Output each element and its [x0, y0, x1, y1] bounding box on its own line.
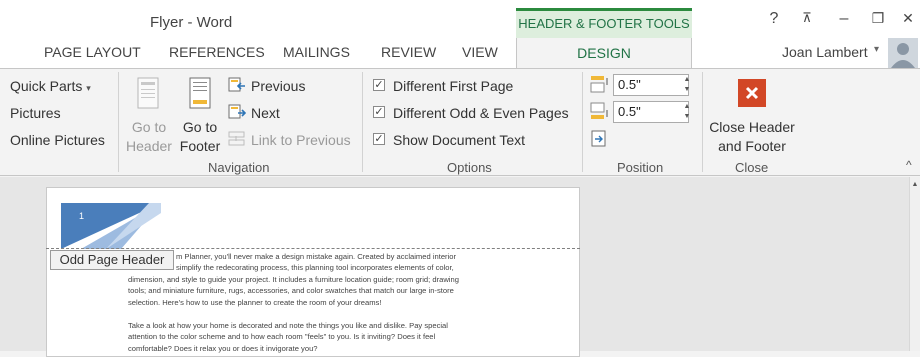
- different-odd-even-label[interactable]: Different Odd & Even Pages: [393, 105, 569, 121]
- go-to-footer-label-1: Go to: [182, 119, 218, 135]
- document-title: Flyer - Word: [150, 14, 233, 31]
- contextual-tab-header-footer-tools: HEADER & FOOTER TOOLS: [516, 8, 692, 38]
- online-pictures-button[interactable]: Online Pictures: [10, 132, 105, 148]
- body-line: Take a look at how your home is decorate…: [128, 321, 448, 330]
- restore-button[interactable]: ❐: [866, 10, 890, 27]
- tab-page-layout[interactable]: PAGE LAYOUT: [44, 44, 141, 60]
- go-to-header-icon: [134, 76, 162, 110]
- checkbox-box: ✓: [373, 133, 385, 145]
- header-from-top-input[interactable]: 0.5": [613, 74, 689, 96]
- ribbon-display-icon: ⊼: [802, 10, 812, 25]
- body-line: dimension, and style to guide your proje…: [128, 275, 459, 284]
- scroll-up-icon[interactable]: ▲: [910, 181, 920, 188]
- tab-view[interactable]: VIEW: [462, 44, 498, 60]
- group-separator: [702, 72, 703, 172]
- different-first-page-label[interactable]: Different First Page: [393, 78, 513, 94]
- pictures-button[interactable]: Pictures: [10, 105, 61, 121]
- group-separator: [582, 72, 583, 172]
- ribbon-display-options-button[interactable]: ⊼: [795, 10, 819, 26]
- link-to-previous-button[interactable]: Link to Previous: [251, 132, 351, 148]
- odd-page-header-tag: Odd Page Header: [50, 250, 174, 270]
- account-dropdown-icon[interactable]: ▾: [874, 44, 879, 55]
- footer-from-bottom-input[interactable]: 0.5": [613, 101, 689, 123]
- different-first-page-checkbox[interactable]: ✓: [373, 79, 385, 91]
- close-window-button[interactable]: ✕: [896, 10, 920, 27]
- header-boundary-line: [46, 248, 580, 249]
- close-header-footer-button[interactable]: Close Header and Footer: [706, 118, 798, 156]
- user-silhouette-icon: [891, 43, 915, 68]
- quick-parts-label: Quick Parts: [10, 78, 83, 94]
- footer-spinner-arrows[interactable]: ▲ ▼: [680, 102, 694, 122]
- header-graphic: [61, 203, 161, 249]
- group-separator: [118, 72, 119, 172]
- next-button[interactable]: Next: [251, 105, 280, 121]
- avatar[interactable]: [888, 38, 918, 68]
- go-to-footer-icon: [186, 76, 214, 110]
- close-group-label: Close: [735, 160, 769, 175]
- insert-alignment-tab-icon[interactable]: [591, 130, 607, 148]
- position-group-label: Position: [617, 160, 664, 175]
- body-line: m Planner, you'll never make a design mi…: [176, 252, 457, 261]
- link-to-previous-icon: [228, 131, 246, 147]
- check-icon: ✓: [374, 79, 384, 91]
- previous-button[interactable]: Previous: [251, 78, 305, 94]
- header-spinner-arrows[interactable]: ▲ ▼: [680, 75, 694, 95]
- header-position-icon: [590, 75, 610, 93]
- page-number: 1: [79, 211, 85, 221]
- footer-position-icon: [590, 102, 610, 120]
- go-to-header-label-1: Go to: [131, 119, 167, 135]
- show-document-text-checkbox[interactable]: ✓: [373, 133, 385, 145]
- go-to-header-button[interactable]: Go to Header: [126, 118, 172, 156]
- footer-from-bottom-value: 0.5": [618, 104, 641, 119]
- tab-review[interactable]: REVIEW: [381, 44, 436, 60]
- body-line: tools; and miniature furniture, rugs, ac…: [128, 286, 454, 295]
- options-group-label: Options: [447, 160, 492, 175]
- tab-references[interactable]: REFERENCES: [169, 44, 265, 60]
- body-line: simplify the redecorating process, this …: [176, 263, 454, 272]
- check-icon: ✓: [374, 133, 384, 145]
- header-from-top-value: 0.5": [618, 77, 641, 92]
- go-to-footer-button[interactable]: Go to Footer: [178, 118, 222, 156]
- body-line: attention to the color scheme and to how…: [128, 332, 436, 341]
- close-header-footer-label-2: and Footer: [718, 138, 786, 154]
- different-odd-even-checkbox[interactable]: ✓: [373, 106, 385, 118]
- body-line: selection. Here's how to use the planner…: [128, 298, 382, 307]
- checkbox-box: ✓: [373, 79, 385, 91]
- tab-mailings[interactable]: MAILINGS: [283, 44, 350, 60]
- show-document-text-label[interactable]: Show Document Text: [393, 132, 525, 148]
- user-account-name[interactable]: Joan Lambert: [782, 44, 868, 60]
- help-button[interactable]: ?: [762, 10, 786, 28]
- go-to-header-label-2: Header: [126, 138, 172, 154]
- previous-section-icon: [228, 77, 246, 93]
- go-to-footer-label-2: Footer: [179, 138, 221, 154]
- next-section-icon: [228, 104, 247, 120]
- check-icon: ✓: [374, 106, 384, 118]
- group-separator: [362, 72, 363, 172]
- chevron-down-icon: ▾: [86, 83, 91, 93]
- vertical-scrollbar[interactable]: ▲: [909, 177, 920, 351]
- close-header-footer-icon: [738, 79, 766, 107]
- quick-parts-button[interactable]: Quick Parts ▾: [10, 78, 91, 94]
- collapse-ribbon-icon[interactable]: ^: [906, 158, 912, 172]
- body-line: comfortable? Does it relax you or does i…: [128, 344, 318, 353]
- checkbox-box: ✓: [373, 106, 385, 118]
- close-header-footer-label-1: Close Header: [709, 119, 795, 135]
- tab-design[interactable]: DESIGN: [516, 38, 692, 69]
- minimize-button[interactable]: –: [832, 10, 856, 28]
- navigation-group-label: Navigation: [208, 160, 270, 175]
